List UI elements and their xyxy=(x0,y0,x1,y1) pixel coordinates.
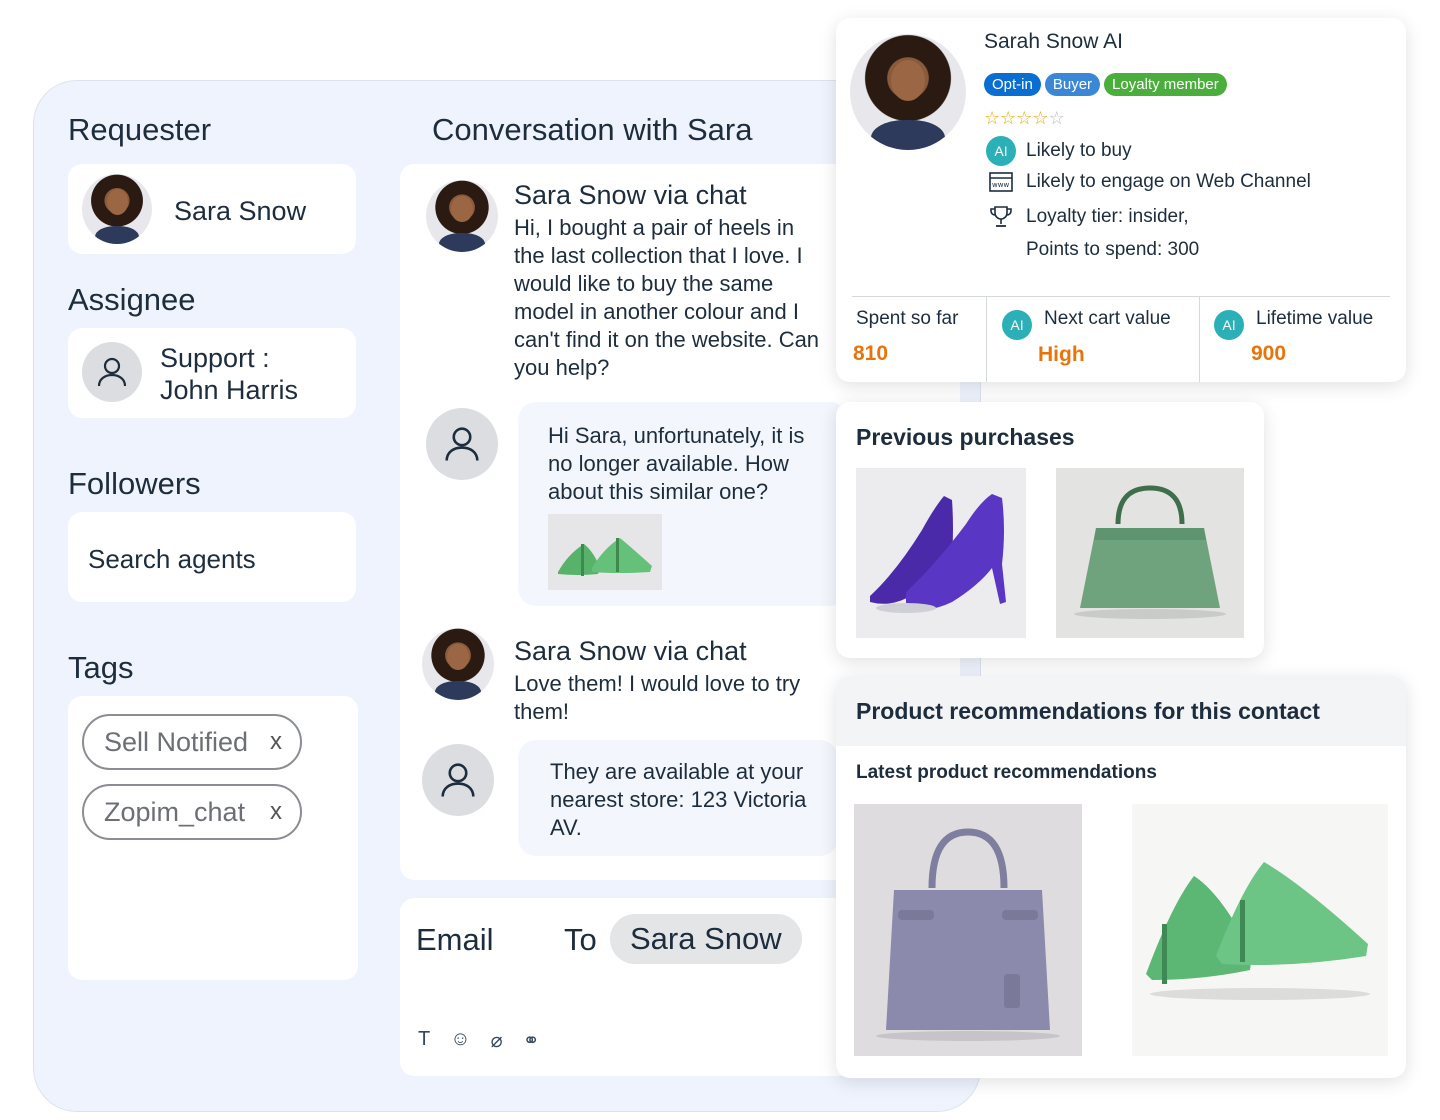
tag-label: Sell Notified xyxy=(104,726,249,757)
metrics-divider xyxy=(1199,297,1200,382)
remove-tag-icon[interactable]: x xyxy=(270,728,282,756)
rating-stars: ☆☆☆☆☆ xyxy=(984,108,1065,129)
insight-text: Points to spend: 300 xyxy=(1026,239,1200,260)
insight-text: Loyalty tier: insider, xyxy=(1026,206,1189,227)
requester-avatar xyxy=(82,174,152,244)
green-heels-thumbnail[interactable] xyxy=(548,514,662,590)
followers-search-input[interactable]: Search agents xyxy=(68,512,356,602)
recommendations-card: Product recommendations for this contact… xyxy=(836,676,1406,1078)
composer-to-label: To xyxy=(564,922,597,957)
assignee-card[interactable]: Support : John Harris xyxy=(68,328,356,418)
link-icon[interactable]: ⚭ xyxy=(523,1028,540,1053)
metric-lifetime-label: Lifetime value xyxy=(1256,308,1374,329)
message-sender: Sara Snow via chat xyxy=(514,180,747,210)
star-icon: ☆ xyxy=(1000,108,1017,128)
green-handbag-image[interactable] xyxy=(1056,468,1244,638)
message-text: Hi, I bought a pair of heels in the last… xyxy=(514,215,820,380)
customer-avatar xyxy=(422,628,494,700)
badge-loyalty: Loyalty member xyxy=(1104,73,1227,96)
insight-likely-buy: AI Likely to buy xyxy=(986,136,1132,166)
insight-loyalty-tier: Loyalty tier: insider, xyxy=(986,205,1189,229)
agent-reply-bubble: Hi Sara, unfortunately, it is no longer … xyxy=(518,402,848,606)
tag-sell-notified[interactable]: Sell Notified x xyxy=(82,714,302,770)
customer-avatar xyxy=(426,180,498,252)
composer-channel-label[interactable]: Email xyxy=(416,922,494,958)
recommendations-subtitle: Latest product recommendations xyxy=(856,762,1157,783)
previous-purchases-card: Previous purchases xyxy=(836,402,1264,658)
profile-name: Sarah Snow AI xyxy=(984,30,1123,53)
composer-toolbar: T ☺ ⌀ ⚭ xyxy=(418,1028,539,1053)
green-heels-image[interactable] xyxy=(1132,804,1388,1056)
metrics-divider xyxy=(852,296,1390,297)
metric-next-cart-value: High xyxy=(1038,343,1085,366)
profile-avatar xyxy=(850,34,966,150)
www-icon: www xyxy=(986,172,1016,192)
tags-card: Sell Notified x Zopim_chat x xyxy=(68,696,358,980)
tag-label: Zopim_chat xyxy=(104,796,246,827)
purple-heels-image[interactable] xyxy=(856,468,1026,638)
star-icon: ☆ xyxy=(984,108,1001,128)
requester-title: Requester xyxy=(68,112,212,147)
followers-title: Followers xyxy=(68,466,201,501)
star-icon: ☆ xyxy=(1016,108,1033,128)
profile-badges: Opt-in Buyer Loyalty member xyxy=(984,73,1231,96)
requester-name: Sara Snow xyxy=(174,196,307,226)
previous-purchases-title: Previous purchases xyxy=(856,424,1075,450)
recipient-chip[interactable]: Sara Snow xyxy=(610,914,802,964)
message-text: Hi Sara, unfortunately, it is no longer … xyxy=(548,423,805,504)
assignee-line2: John Harris xyxy=(160,375,299,405)
insight-web-channel: www Likely to engage on Web Channel xyxy=(986,171,1311,193)
followers-placeholder: Search agents xyxy=(88,544,256,574)
insight-points: Points to spend: 300 xyxy=(1026,239,1199,261)
message-sender: Sara Snow via chat xyxy=(514,636,747,666)
metric-spent-value: 810 xyxy=(853,342,889,365)
assignee-line1: Support : xyxy=(160,343,270,373)
insight-text: Likely to engage on Web Channel xyxy=(1026,171,1311,192)
star-icon: ☆ xyxy=(1032,108,1049,128)
purple-handbag-image[interactable] xyxy=(854,804,1082,1056)
metric-next-cart-label: Next cart value xyxy=(1044,308,1171,329)
conversation-title: Conversation with Sara xyxy=(432,112,753,147)
metrics-divider xyxy=(986,297,987,382)
requester-card[interactable]: Sara Snow xyxy=(68,164,356,254)
insight-text: Likely to buy xyxy=(1026,140,1132,161)
assignee-name: Support : John Harris xyxy=(160,342,298,406)
user-icon xyxy=(422,744,494,816)
metric-spent-label: Spent so far xyxy=(856,308,959,329)
tag-zopim-chat[interactable]: Zopim_chat x xyxy=(82,784,302,840)
remove-tag-icon[interactable]: x xyxy=(270,798,282,826)
message-text: Love them! I would love to try them! xyxy=(514,671,801,724)
emoji-icon[interactable]: ☺ xyxy=(450,1028,470,1053)
message-text: They are available at your nearest store… xyxy=(550,759,807,840)
metric-lifetime-value: 900 xyxy=(1251,342,1287,365)
user-icon xyxy=(426,408,498,480)
badge-buyer: Buyer xyxy=(1044,73,1101,96)
trophy-icon xyxy=(986,205,1016,229)
tags-title: Tags xyxy=(68,650,134,685)
ai-icon: AI xyxy=(1214,310,1244,340)
ai-icon: AI xyxy=(1002,310,1032,340)
attachment-icon[interactable]: ⌀ xyxy=(491,1028,503,1053)
user-icon xyxy=(82,342,142,402)
text-format-icon[interactable]: T xyxy=(418,1028,430,1053)
ai-icon: AI xyxy=(986,136,1016,166)
badge-opt-in: Opt-in xyxy=(984,73,1041,96)
svg-text:www: www xyxy=(992,181,1009,189)
star-icon: ☆ xyxy=(1048,108,1065,128)
assignee-title: Assignee xyxy=(68,282,196,317)
agent-reply-bubble: They are available at your nearest store… xyxy=(518,740,838,856)
recommendations-title: Product recommendations for this contact xyxy=(856,698,1320,724)
